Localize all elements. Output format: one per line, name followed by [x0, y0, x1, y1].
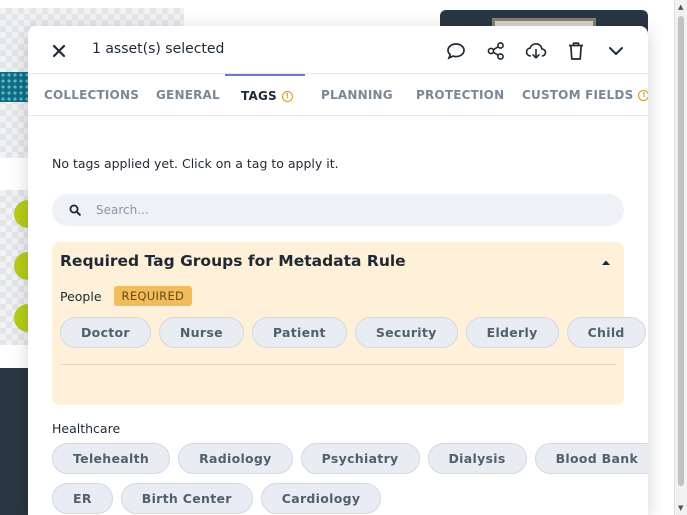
- tag-elderly[interactable]: Elderly: [465, 317, 559, 348]
- tag-nurse[interactable]: Nurse: [158, 317, 244, 348]
- page-scrollbar[interactable]: ▲ ▼: [674, 0, 687, 515]
- tag-security[interactable]: Security: [354, 317, 458, 348]
- trash-icon[interactable]: [563, 38, 588, 63]
- empty-tags-message: No tags applied yet. Click on a tag to a…: [52, 156, 339, 171]
- tag-psychiatry[interactable]: Psychiatry: [300, 443, 420, 474]
- tag-doctor[interactable]: Doctor: [60, 317, 151, 348]
- tab-label: PLANNING: [321, 88, 393, 102]
- group-label-healthcare: Healthcare: [52, 421, 121, 436]
- tag-search[interactable]: [52, 194, 624, 226]
- scroll-thumb[interactable]: [678, 16, 684, 486]
- tab-label: PROTECTION: [416, 88, 505, 102]
- background-panel: [0, 368, 28, 515]
- info-icon: !: [281, 90, 293, 102]
- group-label-people: People: [60, 288, 102, 304]
- download-icon[interactable]: [523, 38, 548, 63]
- collapse-caret-icon[interactable]: [600, 257, 612, 267]
- tag-patient[interactable]: Patient: [251, 317, 347, 348]
- selection-title: 1 asset(s) selected: [92, 41, 225, 57]
- tab-label: COLLECTIONS: [44, 88, 140, 102]
- tab-general[interactable]: GENERAL: [156, 74, 220, 116]
- tab-protection[interactable]: PROTECTION: [416, 74, 504, 116]
- close-icon[interactable]: [48, 40, 70, 62]
- tag-cardiology[interactable]: Cardiology: [260, 483, 382, 514]
- panel-header: 1 asset(s) selected: [28, 26, 648, 74]
- scroll-up-icon[interactable]: ▲: [678, 3, 683, 11]
- search-icon: [68, 203, 82, 217]
- tag-blood-bank[interactable]: Blood Bank: [534, 443, 648, 474]
- share-icon[interactable]: [483, 38, 508, 63]
- chevron-down-icon[interactable]: [603, 38, 628, 63]
- people-tags: Doctor Nurse Patient Security Elderly Ch…: [60, 317, 646, 348]
- tab-tags[interactable]: TAGS!: [225, 74, 305, 116]
- tag-child[interactable]: Child: [566, 317, 646, 348]
- tab-label: GENERAL: [156, 88, 220, 102]
- healthcare-tags-row-2: ER Birth Center Cardiology: [52, 483, 382, 514]
- people-group-header: People REQUIRED: [60, 286, 193, 306]
- tag-er[interactable]: ER: [52, 483, 113, 514]
- tab-planning[interactable]: PLANNING: [321, 74, 393, 116]
- tab-custom-fields[interactable]: CUSTOM FIELDS!: [522, 74, 648, 116]
- tag-dialysis[interactable]: Dialysis: [427, 443, 527, 474]
- tab-bar: COLLECTIONS GENERAL TAGS! PLANNING PROTE…: [28, 74, 648, 116]
- healthcare-tags-row-1: Telehealth Radiology Psychiatry Dialysis…: [52, 443, 648, 474]
- background-thumbnail: [0, 72, 28, 102]
- tab-label: TAGS: [241, 89, 277, 103]
- search-input[interactable]: [96, 203, 576, 217]
- asset-details-panel: 1 asset(s) selected COLLECTIONS GENERAL …: [28, 26, 648, 515]
- comment-icon[interactable]: [443, 38, 468, 63]
- section-divider: [60, 364, 616, 365]
- required-section-title: Required Tag Groups for Metadata Rule: [60, 252, 406, 270]
- tab-collections[interactable]: COLLECTIONS: [44, 74, 139, 116]
- tag-birth-center[interactable]: Birth Center: [120, 483, 253, 514]
- tag-telehealth[interactable]: Telehealth: [52, 443, 171, 474]
- header-actions: [443, 38, 628, 63]
- tag-radiology[interactable]: Radiology: [178, 443, 293, 474]
- required-badge: REQUIRED: [113, 286, 193, 306]
- required-tag-groups: Required Tag Groups for Metadata Rule Pe…: [52, 242, 646, 405]
- scroll-down-icon[interactable]: ▼: [678, 504, 683, 512]
- tab-label: CUSTOM FIELDS: [522, 88, 634, 102]
- info-icon: !: [638, 89, 648, 101]
